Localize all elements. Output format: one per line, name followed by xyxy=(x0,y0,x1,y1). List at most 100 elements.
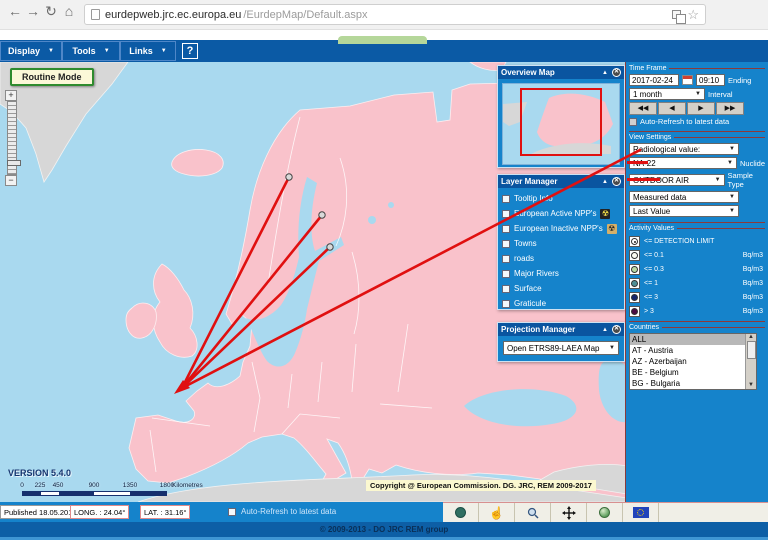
map-copyright: Copyright @ European Commission. DG. JRC… xyxy=(366,480,596,491)
country-item[interactable]: BE - Belgium xyxy=(630,367,747,378)
zoom-slider: + − xyxy=(5,90,19,186)
map-tool-dock: ☝ xyxy=(443,502,768,522)
checkbox[interactable] xyxy=(502,225,510,233)
globe-tool-button[interactable] xyxy=(587,503,623,522)
circle-icon xyxy=(455,507,466,518)
country-item[interactable]: ALL xyxy=(630,334,747,345)
checkbox[interactable] xyxy=(502,240,510,248)
chevron-down-icon: ▼ xyxy=(48,48,54,54)
menu-display[interactable]: Display▼ xyxy=(0,41,62,61)
checkbox[interactable] xyxy=(502,255,510,263)
section-title: Activity Values xyxy=(629,225,765,232)
status-bar: Published 18.05.2015 LONG. : 24.04° LAT.… xyxy=(0,502,768,522)
step-back-button[interactable]: ◀ xyxy=(658,102,686,115)
back-icon[interactable]: ← xyxy=(6,3,24,19)
radiological-select[interactable]: Radiological value:▼ xyxy=(629,143,739,155)
close-icon[interactable]: ✕ xyxy=(612,177,621,186)
collapse-icon[interactable]: ▲ xyxy=(602,70,608,76)
time-frame-section: Time Frame 2017-02-24 09:10 Ending 1 mon… xyxy=(629,63,765,132)
countries-listbox: ALL AT - Austria AZ - Azerbaijan BE - Be… xyxy=(629,333,757,390)
close-icon[interactable]: ✕ xyxy=(612,325,621,334)
forward-icon[interactable]: → xyxy=(24,3,42,19)
ending-label: Ending xyxy=(728,76,751,85)
pointer-tool-button[interactable]: ☝ xyxy=(479,503,515,522)
scale-tick: 450 xyxy=(53,482,64,489)
projection-select[interactable]: Open ETRS89-LAEA Map▼ xyxy=(503,341,619,355)
chevron-down-icon: ▼ xyxy=(729,146,735,152)
autorefresh-label: Auto-Refresh to latest data xyxy=(241,507,336,516)
step-forward-button[interactable]: ▶ xyxy=(687,102,715,115)
page-icon xyxy=(91,9,100,20)
panel-title: Projection Manager xyxy=(501,325,575,334)
calendar-icon[interactable] xyxy=(682,75,693,85)
refresh-icon[interactable]: ↻ xyxy=(42,3,60,20)
magnifier-icon xyxy=(527,507,539,519)
date-input[interactable]: 2017-02-24 xyxy=(629,74,679,86)
nuclide-select[interactable]: NA-22▼ xyxy=(629,157,737,169)
layer-item: Towns xyxy=(498,236,624,251)
pan-tool-button[interactable] xyxy=(551,503,587,522)
scale-tick: 225 xyxy=(35,482,46,489)
country-item[interactable]: BG - Bulgaria xyxy=(630,378,747,389)
chevron-down-icon: ▼ xyxy=(729,194,735,200)
zoom-tool-button[interactable] xyxy=(515,503,551,522)
extensions-icon[interactable] xyxy=(672,10,681,19)
autorefresh-label: Auto-Refresh to latest data xyxy=(640,117,729,126)
zoom-handle[interactable] xyxy=(7,160,21,166)
section-title: View Settings xyxy=(629,134,765,141)
country-item[interactable]: AT - Austria xyxy=(630,345,747,356)
section-title: Countries xyxy=(629,324,765,331)
chevron-down-icon: ▼ xyxy=(609,345,615,351)
pan-cross-icon xyxy=(562,506,576,520)
address-bar[interactable]: eurdepweb.jrc.ec.europa.eu/EurdepMap/Def… xyxy=(84,4,706,25)
chevron-down-icon: ▼ xyxy=(715,177,721,183)
legend-symbol xyxy=(629,250,640,261)
layer-item: Major Rivers xyxy=(498,266,624,281)
checkbox[interactable] xyxy=(502,300,510,308)
layer-item: Graticule xyxy=(498,296,624,311)
layer-manager-panel: Layer Manager▲✕ Tooltip Info European Ac… xyxy=(497,174,625,310)
value-mode-select[interactable]: Last Value▼ xyxy=(629,205,739,217)
autorefresh-checkbox[interactable] xyxy=(629,118,637,126)
scale-unit: Kilometres xyxy=(172,482,203,489)
sample-type-select[interactable]: OUTDOOR AIR▼ xyxy=(629,174,725,186)
legend-symbol xyxy=(629,306,640,317)
menu-tools[interactable]: Tools▼ xyxy=(62,41,120,61)
routine-mode-button[interactable]: Routine Mode xyxy=(10,68,94,86)
legend-symbol xyxy=(629,278,640,289)
footer-bar: © 2009-2013 - DO JRC REM group xyxy=(0,522,768,537)
checkbox[interactable] xyxy=(502,285,510,293)
help-button[interactable]: ? xyxy=(182,43,198,59)
eu-flag-button[interactable] xyxy=(623,503,659,522)
sample-type-label: Sample Type xyxy=(728,171,765,189)
longitude-readout: LONG. : 24.04° xyxy=(70,505,129,519)
checkbox[interactable] xyxy=(502,195,510,203)
listbox-scrollbar[interactable]: ▲▼ xyxy=(745,334,756,389)
time-input[interactable]: 09:10 xyxy=(696,74,725,86)
browser-toolbar: ← → ↻ ⌂ eurdepweb.jrc.ec.europa.eu/Eurde… xyxy=(0,0,768,30)
collapse-icon[interactable]: ▲ xyxy=(602,327,608,333)
zoom-in-button[interactable]: + xyxy=(5,90,17,101)
legend-row: <= 3Bq/m3 xyxy=(629,290,765,304)
data-type-select[interactable]: Measured data▼ xyxy=(629,191,739,203)
collapse-icon[interactable]: ▲ xyxy=(602,179,608,185)
zoom-out-button[interactable]: − xyxy=(5,175,17,186)
menu-links[interactable]: Links▼ xyxy=(120,41,176,61)
step-first-button[interactable]: ◀◀ xyxy=(629,102,657,115)
bookmark-star-icon[interactable]: ☆ xyxy=(687,8,699,21)
overview-minimap[interactable] xyxy=(502,83,620,165)
layer-item: European Active NPP's☢ xyxy=(498,206,624,221)
legend-symbol xyxy=(629,292,640,303)
autorefresh-checkbox[interactable] xyxy=(228,508,236,516)
checkbox[interactable] xyxy=(502,270,510,278)
select-tool-button[interactable] xyxy=(443,503,479,522)
checkbox[interactable] xyxy=(502,210,510,218)
close-icon[interactable]: ✕ xyxy=(612,68,621,77)
interval-select[interactable]: 1 month▼ xyxy=(629,88,705,100)
chevron-down-icon: ▼ xyxy=(729,208,735,214)
country-item[interactable]: AZ - Azerbaijan xyxy=(630,356,747,367)
zoom-track[interactable] xyxy=(7,101,17,175)
home-icon[interactable]: ⌂ xyxy=(60,3,78,19)
hand-icon: ☝ xyxy=(489,507,504,519)
step-last-button[interactable]: ▶▶ xyxy=(716,102,744,115)
